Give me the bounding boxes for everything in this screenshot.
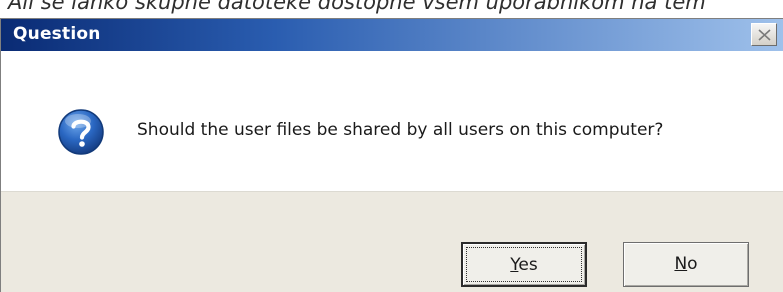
dialog-titlebar[interactable]: Question [1,19,783,51]
yes-label-rest: es [518,255,538,275]
yes-button[interactable]: Yes [461,242,587,287]
dialog-title: Question [13,24,101,44]
dialog-button-bar: Yes No [1,191,783,292]
no-label-rest: o [687,254,698,274]
yes-button-label: Yes [510,255,537,275]
close-icon [758,29,771,41]
screenshot: Ali se lahko skupne datoteke dostopne vs… [0,0,783,292]
no-mnemonic: N [674,254,688,274]
background-caption-text: Ali se lahko skupne datoteke dostopne vs… [8,0,706,14]
no-button[interactable]: No [623,242,749,287]
dialog-body: Should the user files be shared by all u… [1,51,783,191]
background-caption: Ali se lahko skupne datoteke dostopne vs… [0,0,783,18]
close-button[interactable] [751,23,777,46]
no-button-label: No [674,254,697,274]
question-dialog: Question Should the user files be shared… [0,18,783,292]
question-icon [58,109,104,155]
dialog-message: Should the user files be shared by all u… [137,120,664,140]
